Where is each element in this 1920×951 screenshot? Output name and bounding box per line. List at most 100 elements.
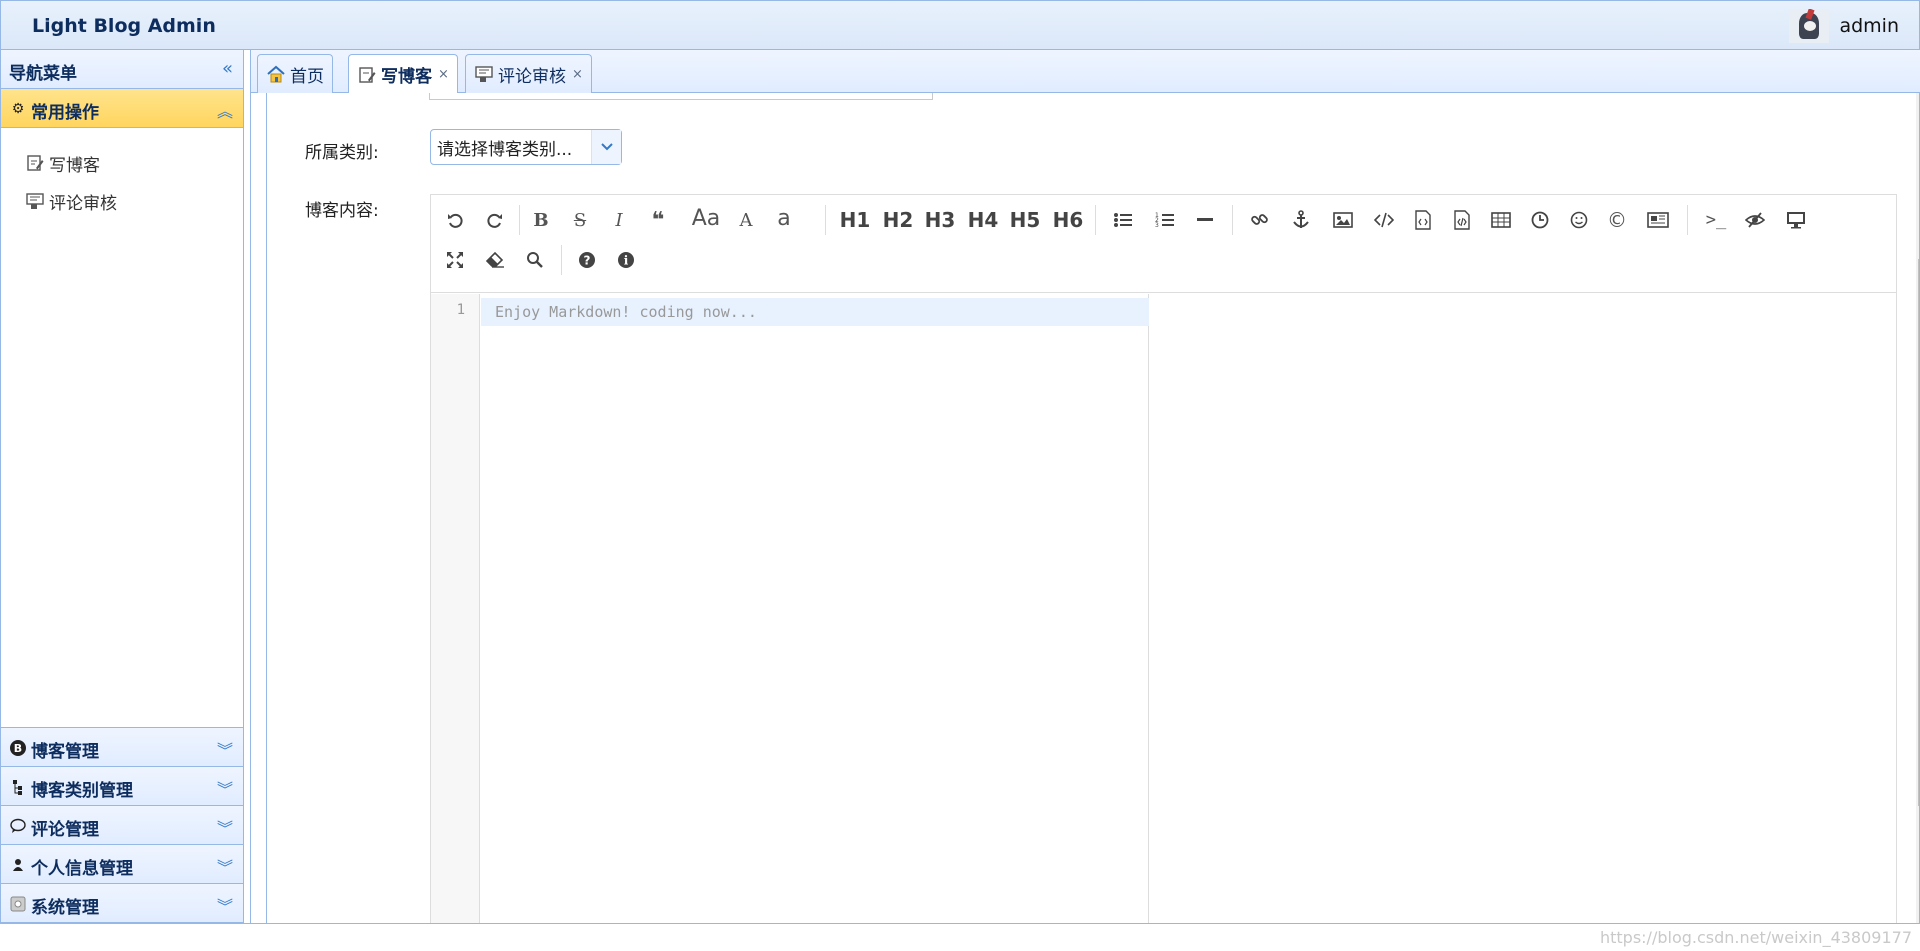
accordion-label: 个人信息管理 xyxy=(31,859,133,879)
system-icon xyxy=(9,895,27,913)
app-title: Light Blog Admin xyxy=(32,15,216,37)
eraser-icon[interactable] xyxy=(480,245,510,275)
editor-toolbar: B S I ❝ Aa A a H1 H2 H3 H4 H5 H6 123 © >… xyxy=(431,195,1896,293)
accordion-category-management[interactable]: 博客类别管理 ︾ xyxy=(1,767,243,806)
speech-bubble-icon xyxy=(9,817,27,835)
username[interactable]: admin xyxy=(1839,15,1899,37)
tab-home[interactable]: 首页 xyxy=(257,54,333,93)
info-icon[interactable]: i xyxy=(611,245,641,275)
content-scrollbar[interactable]: ▲ ▼ xyxy=(1916,93,1919,923)
tree-icon xyxy=(9,778,27,796)
accordion-comment-management[interactable]: 评论管理 ︾ xyxy=(1,806,243,845)
user-icon xyxy=(9,856,27,874)
undo-icon[interactable] xyxy=(440,205,470,235)
content-label: 博客内容: xyxy=(305,201,379,221)
sidebar-item-label: 写博客 xyxy=(49,155,100,176)
chevron-up-icon[interactable]: ︽ xyxy=(217,98,233,122)
accordion-blog-management[interactable]: B 博客管理 ︾ xyxy=(1,728,243,767)
markdown-input[interactable]: Enjoy Markdown! coding now... xyxy=(481,294,1149,923)
bold-icon[interactable]: B xyxy=(526,205,556,235)
preview-icon[interactable] xyxy=(1781,205,1811,235)
tab-bar: 首页 写博客 × 评论审核 × xyxy=(251,50,1920,94)
strikethrough-icon[interactable]: S xyxy=(565,205,595,235)
case-icon[interactable]: Aa xyxy=(687,203,725,233)
comment-review-icon xyxy=(474,65,494,83)
uppercase-icon[interactable]: A xyxy=(731,205,761,235)
close-icon[interactable]: × xyxy=(572,67,583,82)
clock-icon[interactable] xyxy=(1525,205,1555,235)
category-select-value[interactable]: 请选择博客类别... xyxy=(431,135,591,160)
terminal-icon[interactable]: >_ xyxy=(1698,205,1734,235)
write-blog-panel: 所属类别: 请选择博客类别... 博客内容: B S I ❝ Aa A a H1… xyxy=(266,93,1920,923)
markdown-editor: B S I ❝ Aa A a H1 H2 H3 H4 H5 H6 123 © >… xyxy=(430,194,1897,923)
h4-icon[interactable]: H4 xyxy=(965,205,1001,235)
tab-label: 首页 xyxy=(290,66,324,87)
ordered-list-icon[interactable]: 123 xyxy=(1150,205,1180,235)
tab-write-blog[interactable]: 写博客 × xyxy=(348,54,458,94)
accordion-common-actions[interactable]: ⚙ 常用操作 ︽ xyxy=(1,89,243,128)
sidebar-item-comment-review[interactable]: 评论审核 xyxy=(1,182,243,220)
copyright-icon[interactable]: © xyxy=(1602,205,1632,235)
editor-placeholder: Enjoy Markdown! coding now... xyxy=(495,303,757,321)
quote-icon[interactable]: ❝ xyxy=(643,205,673,235)
accordion-label: 评论管理 xyxy=(31,820,99,840)
h6-icon[interactable]: H6 xyxy=(1050,205,1086,235)
close-icon[interactable]: × xyxy=(438,67,449,82)
chevron-down-icon[interactable]: ︾ xyxy=(217,776,233,800)
unordered-list-icon[interactable] xyxy=(1108,205,1138,235)
code-file-icon[interactable] xyxy=(1408,205,1438,235)
page-break-icon[interactable] xyxy=(1643,205,1673,235)
comment-review-icon xyxy=(25,191,45,211)
accordion-body: 写博客 评论审核 xyxy=(1,128,243,728)
image-icon[interactable] xyxy=(1328,205,1358,235)
preformatted-code-icon[interactable] xyxy=(1447,205,1477,235)
category-label: 所属类别: xyxy=(305,143,379,163)
horizontal-rule-icon[interactable] xyxy=(1190,205,1220,235)
chevron-down-icon[interactable]: ︾ xyxy=(217,737,233,761)
sidebar-item-write-blog[interactable]: 写博客 xyxy=(1,144,243,182)
edit-icon xyxy=(25,153,45,173)
accordion-label: 博客管理 xyxy=(31,742,99,762)
edit-icon xyxy=(357,66,377,84)
help-icon[interactable]: ? xyxy=(572,245,602,275)
collapse-sidebar-icon[interactable]: « xyxy=(222,58,233,79)
home-icon xyxy=(266,65,286,83)
code-icon[interactable] xyxy=(1369,205,1399,235)
sidebar-item-label: 评论审核 xyxy=(49,193,117,214)
user-menu[interactable]: admin xyxy=(1789,9,1899,43)
h1-icon[interactable]: H1 xyxy=(837,205,873,235)
chevron-down-icon[interactable]: ︾ xyxy=(217,893,233,917)
italic-icon[interactable]: I xyxy=(604,205,634,235)
search-icon[interactable] xyxy=(520,245,550,275)
chevron-down-icon[interactable] xyxy=(591,130,621,164)
accordion-system-management[interactable]: 系统管理 ︾ xyxy=(1,884,243,923)
svg-text:B: B xyxy=(14,742,22,755)
h2-icon[interactable]: H2 xyxy=(880,205,916,235)
chevron-down-icon[interactable]: ︾ xyxy=(217,815,233,839)
watermark: https://blog.csdn.net/weixin_43809177 xyxy=(1599,928,1912,947)
fullscreen-icon[interactable] xyxy=(440,245,470,275)
tab-label: 写博客 xyxy=(381,67,432,87)
avatar[interactable] xyxy=(1789,9,1830,43)
title-input[interactable] xyxy=(429,93,933,100)
watch-toggle-icon[interactable] xyxy=(1740,205,1770,235)
category-select[interactable]: 请选择博客类别... xyxy=(430,129,622,165)
tab-label: 评论审核 xyxy=(498,66,566,87)
blog-icon: B xyxy=(9,739,27,757)
accordion-profile-management[interactable]: 个人信息管理 ︾ xyxy=(1,845,243,884)
chevron-down-icon[interactable]: ︾ xyxy=(217,854,233,878)
svg-text:i: i xyxy=(624,254,629,268)
main-area: 首页 写博客 × 评论审核 × 所属类别: 请选择博客类别... 博客内容: B… xyxy=(250,50,1920,923)
tab-comment-review[interactable]: 评论审核 × xyxy=(465,54,592,93)
accordion-label: 常用操作 xyxy=(31,103,99,123)
h3-icon[interactable]: H3 xyxy=(922,205,958,235)
redo-icon[interactable] xyxy=(480,205,510,235)
h5-icon[interactable]: H5 xyxy=(1007,205,1043,235)
link-icon[interactable] xyxy=(1245,205,1275,235)
lowercase-icon[interactable]: a xyxy=(769,203,799,233)
anchor-icon[interactable] xyxy=(1286,205,1316,235)
line-number: 1 xyxy=(456,302,465,318)
table-icon[interactable] xyxy=(1486,205,1516,235)
footer: https://blog.csdn.net/weixin_43809177 xyxy=(0,923,1920,951)
emoji-icon[interactable] xyxy=(1564,205,1594,235)
